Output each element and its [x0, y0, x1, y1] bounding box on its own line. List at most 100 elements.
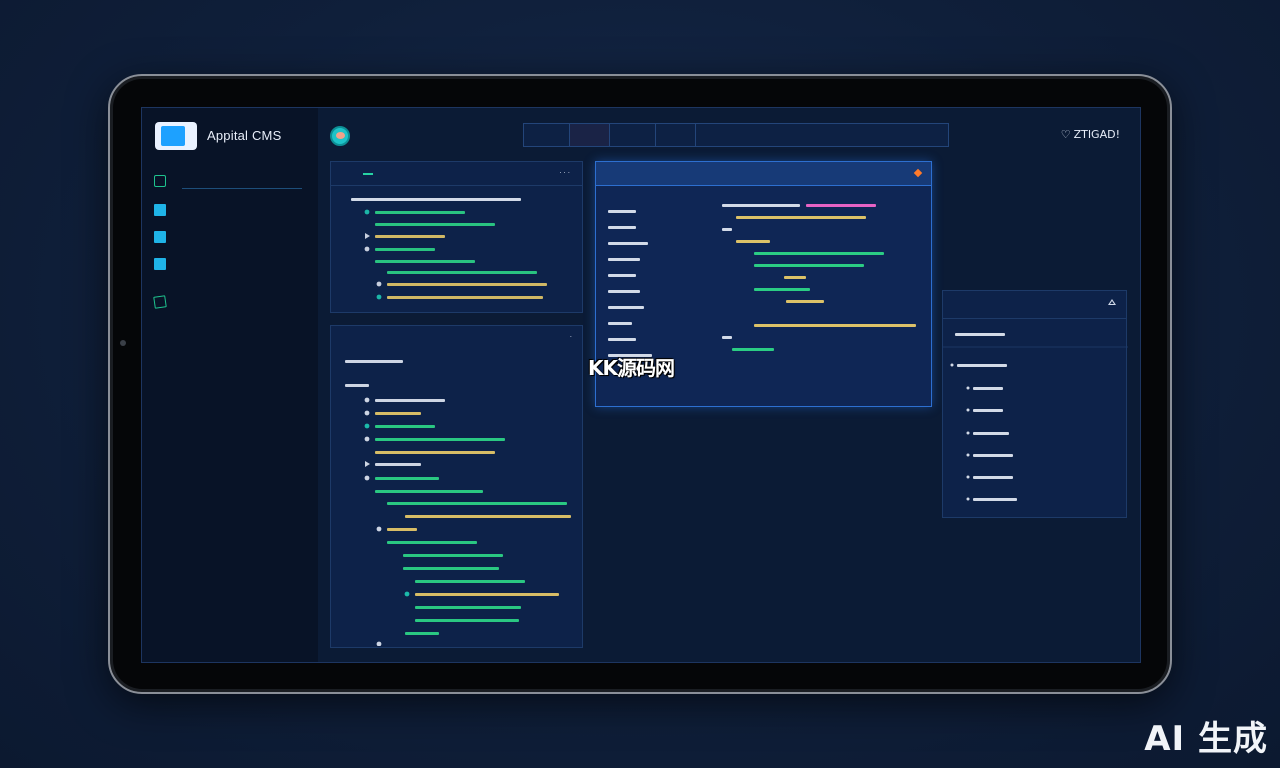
tree-line — [375, 451, 495, 454]
list-bullet — [966, 431, 970, 435]
tree-line — [415, 606, 521, 609]
panel-header — [943, 291, 1126, 319]
tree-content — [331, 186, 582, 312]
list-item — [973, 498, 1017, 501]
sidebar-item-5[interactable] — [154, 306, 309, 324]
detail-value — [754, 288, 810, 291]
heart-icon: ♡ — [1060, 128, 1071, 141]
folder-icon — [154, 258, 166, 270]
panel-tree-top: ··· — [330, 161, 583, 313]
sidebar-item-8[interactable] — [154, 387, 309, 405]
tree-line — [375, 477, 439, 480]
tree-node — [376, 526, 382, 532]
tab-2[interactable] — [569, 124, 610, 146]
tree-line — [387, 528, 417, 531]
tree-lines — [345, 360, 571, 647]
panel-badge[interactable] — [363, 172, 373, 175]
tablet-frame: Appital CMS ♡ ZTIGAD! ··· · — [108, 74, 1172, 694]
detail-label — [608, 258, 640, 261]
diamond-icon[interactable] — [913, 168, 923, 178]
tab-4[interactable] — [656, 124, 696, 146]
tree-line — [345, 384, 369, 387]
user-menu[interactable]: ♡ ZTIGAD! — [1061, 128, 1120, 141]
collapse-icon[interactable] — [1108, 299, 1116, 305]
spacer-icon — [154, 363, 166, 375]
app-logo[interactable] — [155, 122, 197, 150]
detail-value — [806, 204, 876, 207]
panel-right-list — [942, 290, 1128, 518]
list-item — [973, 387, 1003, 390]
detail-label — [608, 274, 636, 277]
tree-line — [375, 463, 421, 466]
tree-line — [375, 425, 435, 428]
tree-node — [364, 397, 370, 403]
panel-header — [596, 162, 931, 186]
tree-line — [375, 490, 483, 493]
tree-line — [387, 296, 543, 299]
tree-node — [376, 294, 382, 300]
list-bullet — [966, 475, 970, 479]
list-item — [957, 364, 1007, 367]
user-name: ZTIGAD! — [1073, 128, 1120, 141]
tree-line — [375, 235, 445, 238]
top-header: ♡ ZTIGAD! — [318, 108, 1140, 160]
list-bullet — [966, 408, 970, 412]
sidebar-item-6[interactable] — [154, 333, 309, 351]
sidebar-item-2[interactable] — [154, 228, 309, 246]
detail-value — [754, 264, 864, 267]
brand-icon[interactable] — [330, 126, 350, 146]
detail-value — [736, 240, 770, 243]
tree-node — [365, 233, 370, 239]
tree-node — [376, 641, 382, 647]
list-item — [973, 409, 1003, 412]
more-icon[interactable]: ··· — [559, 169, 572, 177]
panel-header: · — [331, 326, 582, 350]
panel-header: ··· — [331, 162, 582, 186]
top-nav — [523, 123, 949, 147]
list-item — [973, 432, 1009, 435]
tree-line — [387, 271, 537, 274]
list-content — [943, 333, 1128, 501]
tab-3[interactable] — [610, 124, 656, 146]
detail-value — [786, 300, 824, 303]
sidebar: Appital CMS — [142, 108, 318, 662]
search-summary[interactable] — [696, 124, 948, 146]
detail-label — [608, 322, 632, 325]
list-bullet — [966, 497, 970, 501]
outline-square-icon — [154, 175, 166, 187]
tree-line — [375, 223, 495, 226]
tree-line — [387, 283, 547, 286]
detail-value — [722, 204, 800, 207]
tab-1[interactable] — [524, 124, 570, 146]
sidebar-item-1[interactable] — [154, 201, 309, 219]
sidebar-item-3[interactable] — [154, 255, 309, 273]
tree-line — [403, 554, 503, 557]
panel-tree-bottom: · — [330, 325, 583, 648]
tree-line — [375, 412, 421, 415]
detail-label — [608, 210, 636, 213]
spacer-icon — [154, 390, 166, 402]
list-item — [973, 454, 1013, 457]
detail-value — [784, 276, 806, 279]
detail-value — [722, 336, 732, 339]
tree-node — [365, 461, 370, 467]
detail-label — [608, 338, 636, 341]
sidebar-item-7[interactable] — [154, 360, 309, 378]
tree-node — [364, 423, 370, 429]
camera — [120, 340, 126, 346]
tree-line — [375, 438, 505, 441]
tree-node — [364, 410, 370, 416]
tree-line — [375, 260, 475, 263]
detail-label — [608, 242, 648, 245]
more-icon[interactable]: · — [570, 333, 574, 341]
tree-line — [405, 632, 439, 635]
detail-value — [754, 252, 884, 255]
detail-value — [736, 216, 866, 219]
tree-line — [351, 198, 521, 201]
tree-line — [375, 248, 435, 251]
tree-line — [345, 360, 403, 363]
tree-lines — [351, 198, 547, 300]
app-screen: Appital CMS ♡ ZTIGAD! ··· · — [141, 107, 1141, 663]
detail-label — [608, 290, 640, 293]
app-title: Appital CMS — [207, 128, 282, 143]
